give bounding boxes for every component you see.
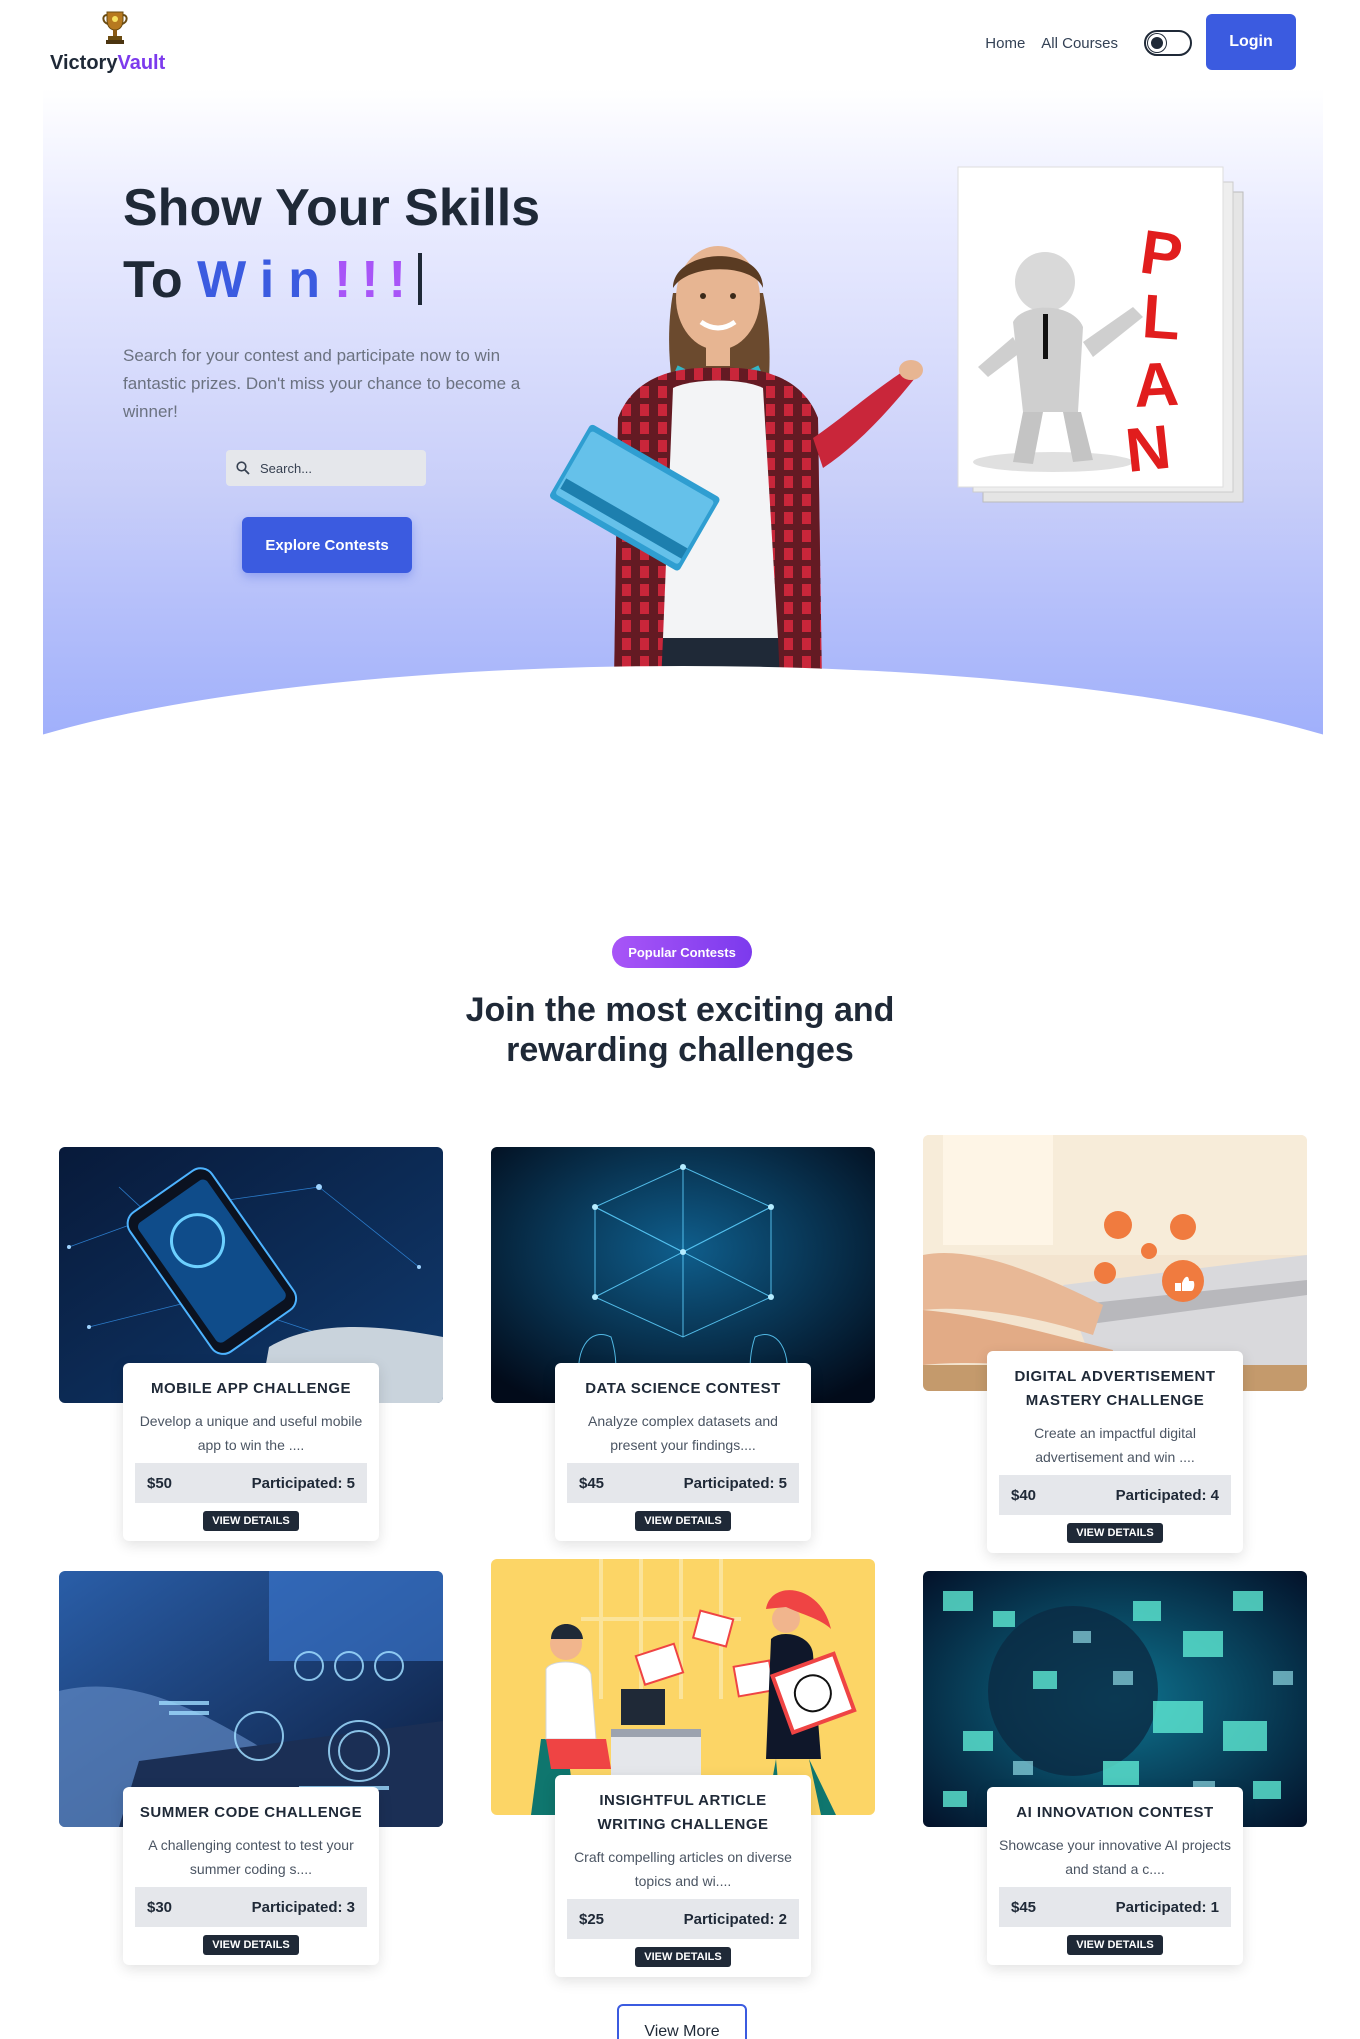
view-more-button[interactable]: View More: [617, 2004, 747, 2039]
contest-title: SUMMER CODE CHALLENGE: [139, 1804, 363, 1821]
contest-title: DIGITAL ADVERTISEMENT MASTERY CHALLENGE: [1014, 1368, 1216, 1409]
contest-prize: $40: [1011, 1486, 1037, 1504]
view-details-button[interactable]: VIEW DETAILS: [1067, 1523, 1163, 1543]
hero-description: Search for your contest and participate …: [123, 346, 521, 421]
contest-meta: $30 Participated: 3: [135, 1887, 367, 1927]
plan-text-l: L: [1140, 282, 1183, 353]
contest-title: INSIGHTFUL ARTICLE WRITING CHALLENGE: [597, 1792, 769, 1833]
contest-description: A challenging contest to test your summe…: [148, 1837, 354, 1877]
contest-meta: $45 Participated: 1: [999, 1887, 1231, 1927]
toggle-knob: [1148, 34, 1166, 52]
nav-all-courses-link[interactable]: All Courses: [1041, 35, 1118, 52]
contest-title: DATA SCIENCE CONTEST: [585, 1380, 781, 1397]
contest-prize: $45: [1011, 1898, 1037, 1916]
brand-name-part1: Victory: [50, 52, 118, 74]
contest-card-body: INSIGHTFUL ARTICLE WRITING CHALLENGE Cra…: [555, 1775, 811, 1977]
typing-cursor: [417, 253, 422, 305]
contest-description: Create an impactful digital advertisemen…: [1034, 1425, 1196, 1465]
plan-text-a: A: [1132, 350, 1180, 421]
contest-meta: $45 Participated: 5: [567, 1463, 799, 1503]
contest-participated: Participated: 5: [251, 1474, 355, 1492]
view-details-button[interactable]: VIEW DETAILS: [203, 1511, 299, 1531]
hero-title-line1: Show Your Skills: [123, 179, 541, 237]
contest-card-body: AI INNOVATION CONTEST Showcase your inno…: [987, 1787, 1243, 1965]
contest-prize: $50: [147, 1474, 173, 1492]
theme-toggle[interactable]: [1144, 30, 1192, 56]
view-details-button[interactable]: VIEW DETAILS: [203, 1935, 299, 1955]
hero-section: Show Your Skills To Win!!! Search for yo…: [43, 88, 1323, 748]
plan-text-n: N: [1122, 413, 1174, 486]
contest-prize: $45: [579, 1474, 605, 1492]
popular-contests-badge: Popular Contests: [612, 936, 752, 968]
brand-name: VictoryVault: [50, 52, 165, 75]
contest-meta: $50 Participated: 5: [135, 1463, 367, 1503]
contest-title: MOBILE APP CHALLENGE: [150, 1380, 351, 1397]
brand-name-part2: Vault: [117, 52, 166, 74]
view-details-button[interactable]: VIEW DETAILS: [635, 1947, 731, 1967]
login-button[interactable]: Login: [1206, 14, 1296, 70]
contest-meta: $40 Participated: 4: [999, 1475, 1231, 1515]
contest-card-body: MOBILE APP CHALLENGE Develop a unique an…: [123, 1363, 379, 1541]
contest-description: Analyze complex datasets and present you…: [588, 1413, 778, 1453]
contest-description: Develop a unique and useful mobile app t…: [139, 1413, 363, 1453]
trophy-icon: [102, 11, 128, 44]
search-box[interactable]: [226, 450, 426, 486]
view-details-button[interactable]: VIEW DETAILS: [635, 1511, 731, 1531]
contest-meta: $25 Participated: 2: [567, 1899, 799, 1939]
hero-title-win: Win: [197, 251, 334, 309]
top-navbar: VictoryVault Home All Courses Login: [0, 0, 1360, 88]
hero-bottom-curve: [43, 666, 1323, 748]
contest-prize: $25: [579, 1910, 605, 1928]
search-input[interactable]: [260, 460, 410, 476]
search-icon: [236, 461, 250, 475]
contest-card-body: SUMMER CODE CHALLENGE A challenging cont…: [123, 1787, 379, 1965]
contest-description: Craft compelling articles on diverse top…: [574, 1849, 792, 1889]
section-title: Join the most exciting and rewarding cha…: [465, 991, 895, 1069]
nav-home-link[interactable]: Home: [985, 35, 1025, 52]
hero-title-prefix: To: [123, 251, 183, 309]
contest-participated: Participated: 5: [683, 1474, 787, 1492]
contest-participated: Participated: 1: [1115, 1898, 1219, 1916]
contest-title: AI INNOVATION CONTEST: [1016, 1804, 1214, 1821]
contest-card-body: DATA SCIENCE CONTEST Analyze complex dat…: [555, 1363, 811, 1541]
brand-logo[interactable]: VictoryVault: [50, 8, 180, 78]
view-details-button[interactable]: VIEW DETAILS: [1067, 1935, 1163, 1955]
hero-title-exclaim: !!!: [333, 251, 416, 309]
hero-title-line2: To Win!!!: [123, 250, 422, 310]
plan-illustration-image: P L A N: [957, 166, 1244, 503]
contest-prize: $30: [147, 1898, 173, 1916]
contest-description: Showcase your innovative AI projects and…: [999, 1837, 1231, 1877]
contest-card-body: DIGITAL ADVERTISEMENT MASTERY CHALLENGE …: [987, 1351, 1243, 1553]
contest-participated: Participated: 3: [251, 1898, 355, 1916]
contest-participated: Participated: 2: [683, 1910, 787, 1928]
contest-participated: Participated: 4: [1115, 1486, 1219, 1504]
explore-contests-button[interactable]: Explore Contests: [242, 517, 412, 573]
nav-links: Home All Courses: [985, 30, 1192, 56]
